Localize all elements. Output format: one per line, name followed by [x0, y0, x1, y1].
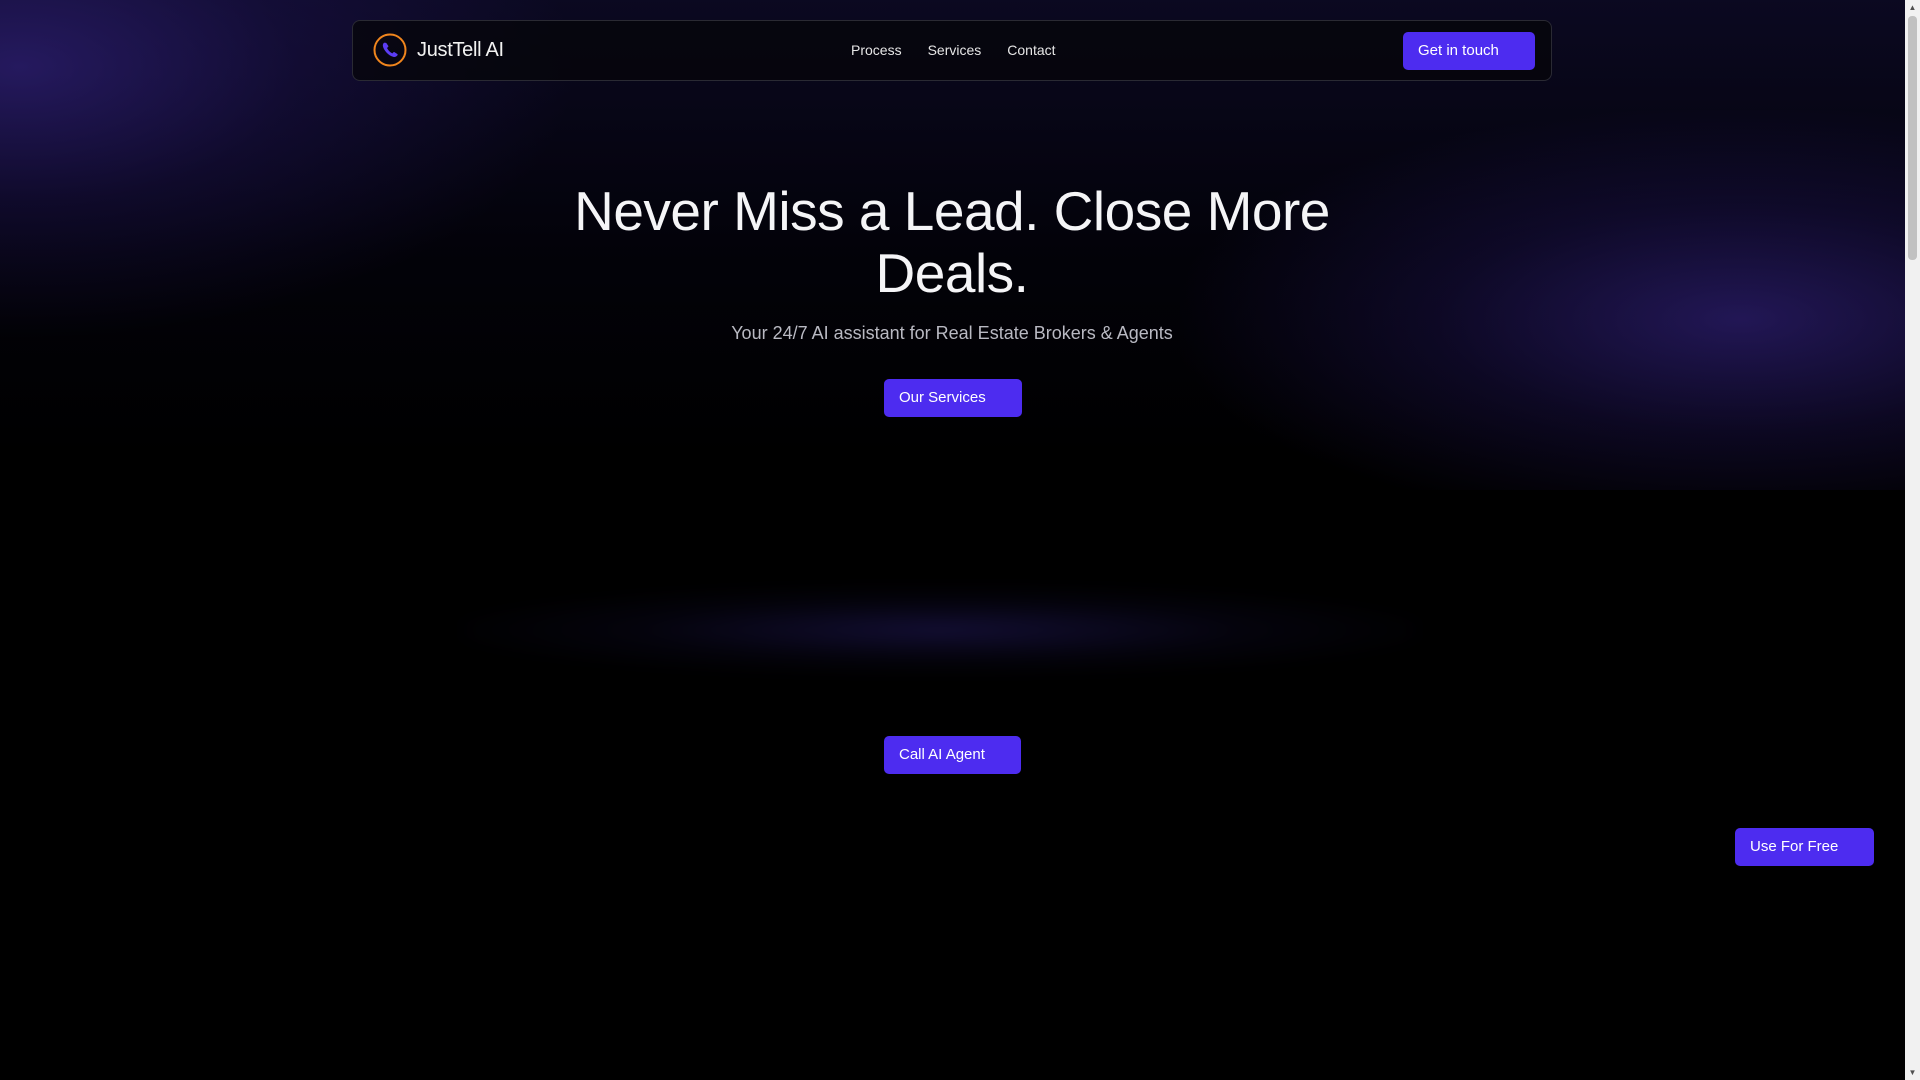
vertical-scrollbar[interactable]: ▲ ▼ — [1905, 0, 1920, 1080]
scrollbar-thumb[interactable] — [1908, 16, 1917, 260]
scroll-up-icon[interactable]: ▲ — [1905, 0, 1920, 15]
phone-icon — [373, 33, 407, 67]
brand[interactable]: JustTell AI — [373, 33, 504, 67]
hero-title: Never Miss a Lead. Close More Deals. — [574, 180, 1330, 304]
get-in-touch-button[interactable]: Get in touch — [1403, 32, 1535, 70]
navbar: JustTell AI Process Services Contact Get… — [352, 20, 1552, 81]
hero-subtitle: Your 24/7 AI assistant for Real Estate B… — [731, 323, 1173, 343]
nav-link-process[interactable]: Process — [851, 42, 902, 58]
page-viewport: JustTell AI Process Services Contact Get… — [0, 0, 1905, 1080]
use-for-free-button[interactable]: Use For Free — [1735, 828, 1874, 866]
scroll-down-icon[interactable]: ▼ — [1905, 1065, 1920, 1080]
nav-link-contact[interactable]: Contact — [1007, 42, 1055, 58]
brand-name: JustTell AI — [417, 38, 504, 61]
call-ai-agent-button[interactable]: Call AI Agent — [884, 736, 1021, 774]
background-glow-middle — [460, 585, 1420, 675]
nav-link-services[interactable]: Services — [928, 42, 982, 58]
nav-links: Process Services Contact — [851, 42, 1082, 58]
our-services-button[interactable]: Our Services — [884, 379, 1022, 417]
